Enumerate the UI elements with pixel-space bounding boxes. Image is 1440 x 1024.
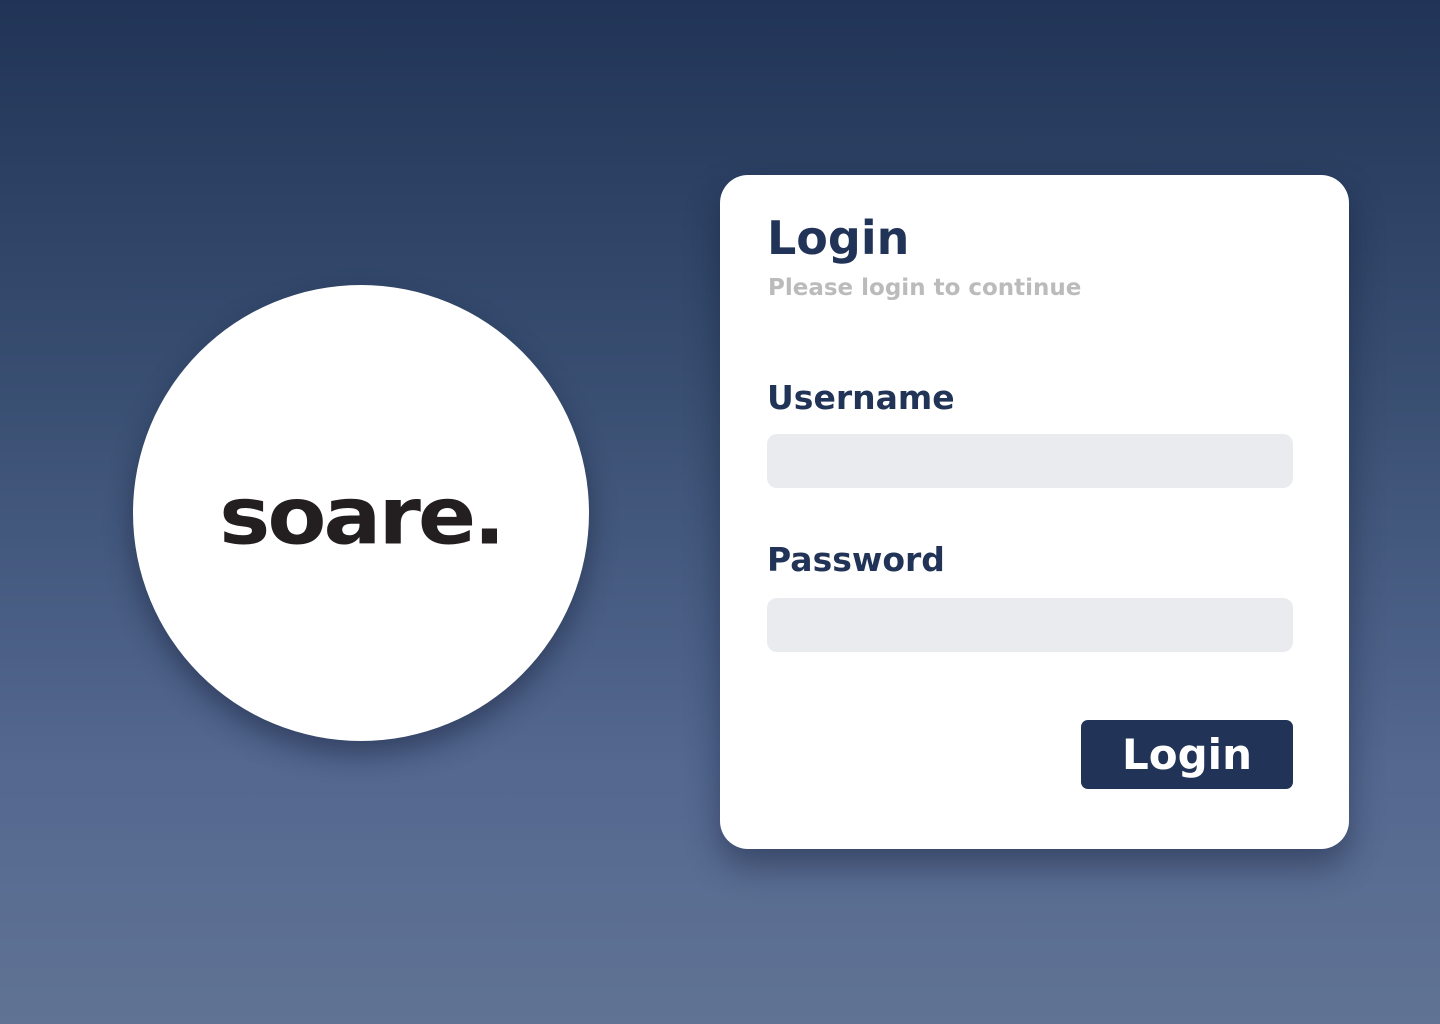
login-subtitle: Please login to continue [768,275,1082,301]
soare-logo: soare. [219,471,506,563]
password-input[interactable] [767,598,1293,652]
password-label: Password [767,540,945,579]
login-button[interactable]: Login [1081,720,1293,789]
login-title: Login [767,211,910,265]
login-card: Login Please login to continue Username … [720,175,1349,849]
username-input[interactable] [767,434,1293,488]
logo-badge: soare. [133,285,589,741]
username-label: Username [767,378,955,417]
